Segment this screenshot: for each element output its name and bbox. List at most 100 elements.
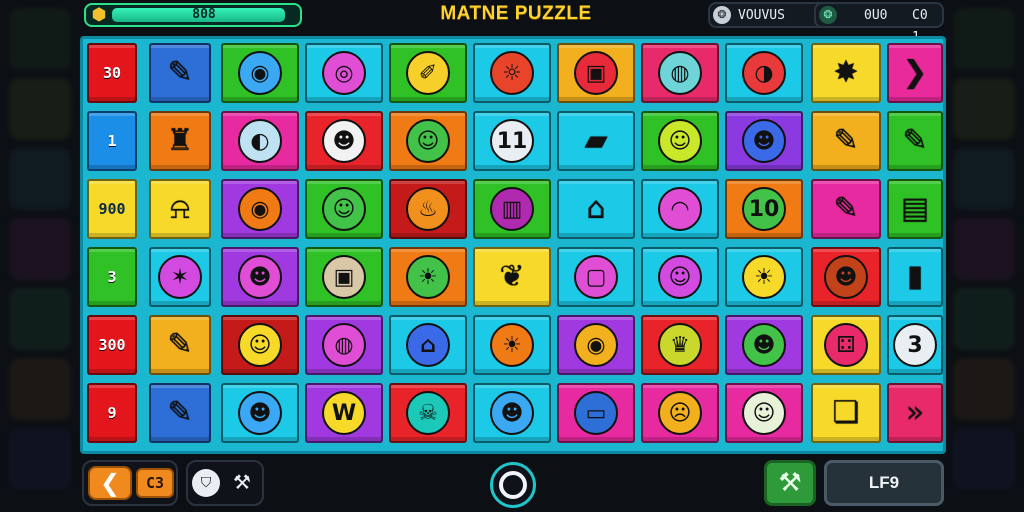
- board-tile[interactable]: ▮: [887, 247, 943, 307]
- bonus-label: VOUVUS: [738, 8, 785, 23]
- board-tile[interactable]: ▤: [887, 179, 943, 239]
- board-tile[interactable]: ☻: [473, 383, 551, 443]
- board-tile[interactable]: ☺: [641, 247, 719, 307]
- board-tile[interactable]: ☻: [811, 247, 881, 307]
- board-tile[interactable]: ✸: [811, 43, 881, 103]
- board-tile[interactable]: ◉: [221, 43, 299, 103]
- back-button[interactable]: ❮: [88, 466, 132, 500]
- hammer-button[interactable]: ⚒: [764, 460, 816, 506]
- board-tile[interactable]: ✎: [811, 179, 881, 239]
- background-tile: [953, 288, 1015, 350]
- board-tile[interactable]: ☹: [641, 383, 719, 443]
- center-action-button[interactable]: [490, 462, 536, 508]
- board-tile[interactable]: ⌂: [557, 179, 635, 239]
- board-tile[interactable]: ⍾: [149, 179, 211, 239]
- board-tile[interactable]: 11: [473, 111, 551, 171]
- board-tile[interactable]: 1: [87, 111, 137, 171]
- board-tile[interactable]: ◐: [221, 111, 299, 171]
- calendar-icon: 11: [490, 119, 534, 163]
- board-tile[interactable]: ▢: [557, 247, 635, 307]
- board-tile[interactable]: ✎: [811, 111, 881, 171]
- tile-number: 30: [102, 64, 122, 82]
- board-tile[interactable]: ☺: [641, 111, 719, 171]
- board-tile[interactable]: ☻: [725, 111, 803, 171]
- bonus-pill[interactable]: ❂ VOUVUS: [708, 2, 830, 28]
- board-tile[interactable]: ⚃: [811, 315, 881, 375]
- board-tile[interactable]: ◎: [305, 43, 383, 103]
- tool-group: ⛉ ⚒: [186, 460, 264, 506]
- board-tile[interactable]: ♛: [641, 315, 719, 375]
- board-tile[interactable]: 3: [87, 247, 137, 307]
- board-tile[interactable]: ☻: [221, 247, 299, 307]
- back-group: ❮ C3: [82, 460, 178, 506]
- background-tile: [953, 148, 1015, 210]
- board-tile[interactable]: ☼: [473, 43, 551, 103]
- board-tile[interactable]: ▣: [305, 247, 383, 307]
- board-tile[interactable]: ◑: [725, 43, 803, 103]
- cat-icon: ☻: [824, 255, 868, 299]
- background-tile: [9, 288, 71, 350]
- board-tile[interactable]: ✎: [149, 315, 211, 375]
- board-tile[interactable]: ◍: [641, 43, 719, 103]
- marker-icon: ✎: [902, 123, 928, 158]
- board-tile[interactable]: 10: [725, 179, 803, 239]
- crown-icon: ♛: [658, 323, 702, 367]
- board-tile[interactable]: 3: [887, 315, 943, 375]
- tools-icon[interactable]: ⚒: [228, 468, 256, 496]
- board-tile[interactable]: ♨: [389, 179, 467, 239]
- board-tile[interactable]: ☻: [305, 111, 383, 171]
- board-tile[interactable]: ♜: [149, 111, 211, 171]
- board-tile[interactable]: 900: [87, 179, 137, 239]
- board-tile[interactable]: ☠: [389, 383, 467, 443]
- board-tile[interactable]: ☻: [725, 315, 803, 375]
- board-tile[interactable]: ✎: [887, 111, 943, 171]
- board-tile[interactable]: ✎: [149, 43, 211, 103]
- board-tile[interactable]: ▣: [557, 43, 635, 103]
- board-tile[interactable]: ❏: [811, 383, 881, 443]
- board-tile[interactable]: W: [305, 383, 383, 443]
- energy-value: 808: [192, 7, 216, 22]
- dice-icon: ⚃: [824, 323, 868, 367]
- board-tile[interactable]: ☺: [725, 383, 803, 443]
- shield-icon[interactable]: ⛉: [192, 469, 220, 497]
- board-tile[interactable]: »: [887, 383, 943, 443]
- board-tile[interactable]: 9: [87, 383, 137, 443]
- board-tile[interactable]: ▥: [473, 179, 551, 239]
- board-tile[interactable]: 30: [87, 43, 137, 103]
- board-tile[interactable]: ▰: [557, 111, 635, 171]
- pencil-icon: ✎: [167, 327, 193, 362]
- background-tile: [953, 358, 1015, 420]
- board-tile[interactable]: ❦: [473, 247, 551, 307]
- board-tile[interactable]: ▭: [557, 383, 635, 443]
- board-tile[interactable]: ✶: [149, 247, 211, 307]
- background-tile: [953, 8, 1015, 70]
- board-tile[interactable]: ◉: [557, 315, 635, 375]
- board-tile[interactable]: ☀: [725, 247, 803, 307]
- board-tile[interactable]: ◍: [305, 315, 383, 375]
- phone-icon: 3: [893, 323, 937, 367]
- bottle-icon: ▮: [906, 259, 924, 294]
- stats-pill[interactable]: ❂ 0U0 C0 1: [814, 2, 944, 45]
- stat-value-1: 0U0: [864, 8, 888, 23]
- board-tile[interactable]: ☀: [473, 315, 551, 375]
- board-tile[interactable]: ✐: [389, 43, 467, 103]
- board-tile[interactable]: ☻: [221, 383, 299, 443]
- board-tile[interactable]: ✎: [149, 383, 211, 443]
- pink-face-icon: ◎: [322, 51, 366, 95]
- note-icon: W: [322, 391, 366, 435]
- board-tile[interactable]: ◠: [641, 179, 719, 239]
- board-tile[interactable]: ❯: [887, 43, 943, 103]
- board-tile[interactable]: 300: [87, 315, 137, 375]
- board-tile[interactable]: ⌂: [389, 315, 467, 375]
- board-tile[interactable]: ☺: [221, 315, 299, 375]
- board-tile[interactable]: ◉: [221, 179, 299, 239]
- level-button[interactable]: LF9: [824, 460, 944, 506]
- board-tile[interactable]: ☀: [389, 247, 467, 307]
- background-tile: [9, 8, 71, 70]
- sun-face-icon: ☺: [238, 323, 282, 367]
- board-tile[interactable]: ☺: [389, 111, 467, 171]
- board-tile[interactable]: ☺: [305, 179, 383, 239]
- blue-face-icon: ◉: [238, 51, 282, 95]
- tile-number: 9: [107, 404, 117, 422]
- lime-face-icon: ☺: [658, 119, 702, 163]
